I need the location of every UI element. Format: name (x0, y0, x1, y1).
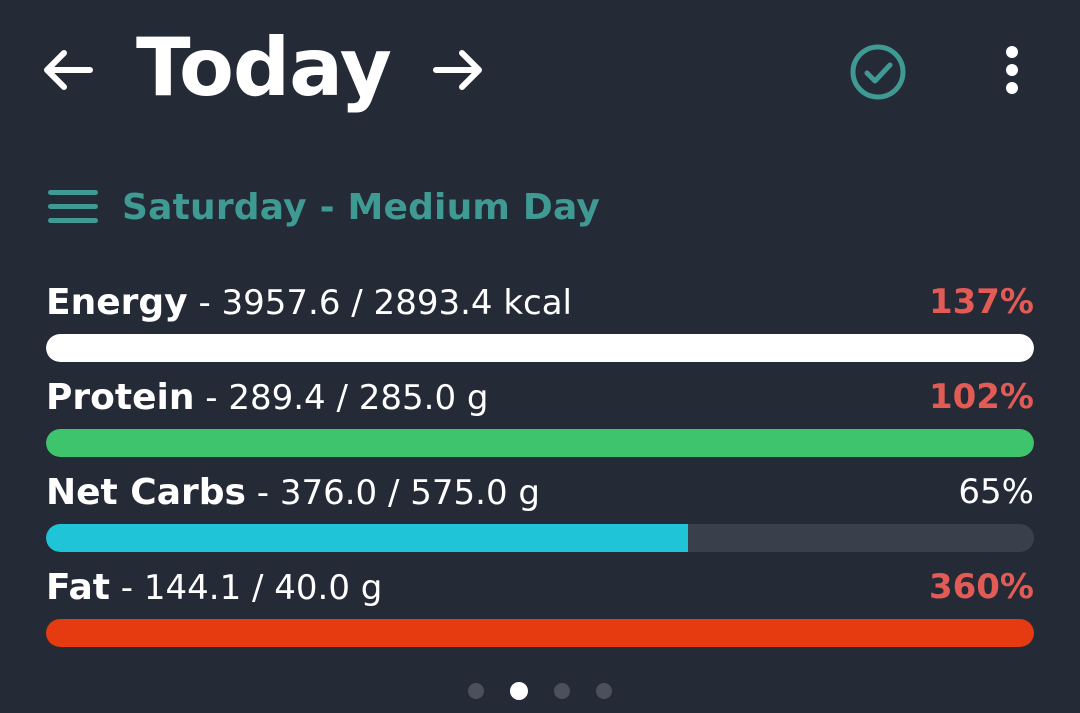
nutrient-percent: 360% (928, 567, 1034, 607)
nutrient-detail: - 376.0 / 575.0 g (245, 473, 540, 513)
progress-bar-track (46, 524, 1034, 552)
progress-bar-track (46, 429, 1034, 457)
menu-icon (46, 187, 100, 227)
page-dot[interactable] (468, 683, 484, 699)
nutrient-percent: 65% (958, 472, 1034, 512)
nutrient-percent: 102% (928, 377, 1034, 417)
nutrient-header: Fat - 144.1 / 40.0 g 360% (46, 567, 1034, 615)
check-circle-icon (850, 44, 906, 100)
nutrient-header: Net Carbs - 376.0 / 575.0 g 65% (46, 472, 1034, 520)
nutrient-detail: - 289.4 / 285.0 g (194, 378, 489, 418)
previous-day-button[interactable] (38, 40, 98, 100)
nutrient-percent: 137% (928, 282, 1034, 322)
nutrient-name: Energy (46, 282, 188, 323)
page-title: Today (136, 21, 392, 114)
next-day-button[interactable] (428, 40, 488, 100)
header: Today (0, 0, 1080, 140)
nutrient-energy[interactable]: Energy - 3957.6 / 2893.4 kcal 137% (46, 282, 1034, 362)
progress-bar-fill (46, 429, 1034, 457)
arrow-left-icon (44, 50, 93, 90)
nutrient-detail: - 3957.6 / 2893.4 kcal (187, 283, 572, 323)
day-label: Saturday - Medium Day (122, 186, 601, 228)
progress-bar-fill (46, 334, 1034, 362)
nutrient-name: Fat (46, 567, 110, 608)
progress-bar-track (46, 619, 1034, 647)
nutrient-header: Protein - 289.4 / 285.0 g 102% (46, 377, 1034, 425)
nutrient-fat[interactable]: Fat - 144.1 / 40.0 g 360% (46, 567, 1034, 647)
page-indicator (468, 682, 638, 700)
nutrient-detail: - 144.1 / 40.0 g (109, 568, 383, 608)
nutrient-name: Net Carbs (46, 472, 246, 513)
progress-bar-fill (46, 524, 689, 552)
progress-bar-track (46, 334, 1034, 362)
nutrient-header: Energy - 3957.6 / 2893.4 kcal 137% (46, 282, 1034, 330)
arrow-right-icon (433, 50, 482, 90)
more-options-button[interactable] (990, 38, 1034, 102)
page-dot[interactable] (554, 683, 570, 699)
page-dot[interactable] (510, 682, 528, 700)
mark-day-complete-button[interactable] (846, 40, 910, 104)
progress-bar-fill (46, 619, 1034, 647)
page-dot[interactable] (596, 683, 612, 699)
nutrient-protein[interactable]: Protein - 289.4 / 285.0 g 102% (46, 377, 1034, 457)
nutrient-name: Protein (46, 377, 195, 418)
nutrient-net-carbs[interactable]: Net Carbs - 376.0 / 575.0 g 65% (46, 472, 1034, 552)
day-type-selector[interactable]: Saturday - Medium Day (46, 180, 600, 234)
more-vertical-icon (1006, 46, 1018, 94)
